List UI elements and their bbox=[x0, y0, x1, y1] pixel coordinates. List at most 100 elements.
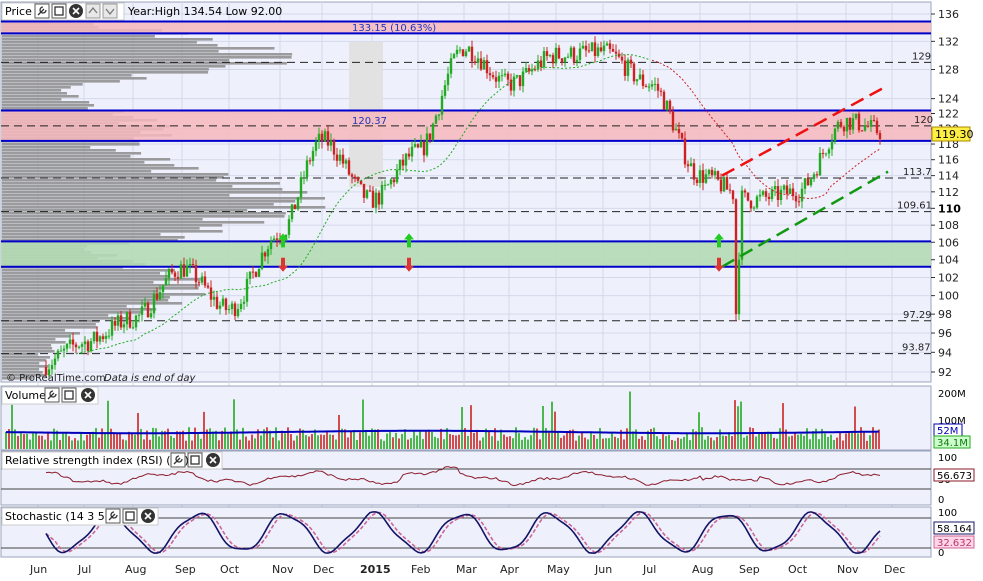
volume-bar bbox=[113, 433, 115, 449]
maximize-icon[interactable] bbox=[51, 3, 67, 19]
volume-bar bbox=[800, 433, 802, 449]
close-icon[interactable] bbox=[206, 453, 220, 467]
candle-body bbox=[164, 278, 168, 286]
candle-body bbox=[212, 296, 216, 300]
candle-body bbox=[440, 95, 444, 115]
candle-body bbox=[539, 60, 543, 68]
candle-body bbox=[518, 75, 522, 87]
volume-bar bbox=[317, 435, 319, 449]
profile-bar bbox=[2, 92, 67, 95]
candle-body bbox=[380, 184, 384, 205]
volume-bar bbox=[170, 435, 172, 449]
maximize-icon[interactable] bbox=[187, 452, 203, 468]
candle-body bbox=[98, 336, 102, 342]
volume-bar bbox=[188, 427, 190, 449]
volume-bar bbox=[89, 432, 91, 449]
profile-bar bbox=[2, 80, 120, 83]
candle-body bbox=[125, 312, 129, 325]
candle-body bbox=[80, 344, 84, 347]
x-tick-label: Nov bbox=[837, 563, 859, 576]
volume-bar bbox=[566, 431, 568, 449]
volume-bar bbox=[239, 439, 241, 449]
candle-body bbox=[632, 63, 636, 82]
profile-bar bbox=[2, 206, 326, 209]
profile-bar bbox=[2, 95, 79, 98]
down-arrow-icon[interactable] bbox=[102, 3, 118, 19]
volume-bar bbox=[248, 440, 250, 449]
candle-body bbox=[500, 75, 504, 77]
maximize-icon[interactable] bbox=[61, 387, 77, 403]
candle-body bbox=[662, 91, 666, 110]
candle-body bbox=[134, 315, 138, 328]
profile-bar bbox=[2, 293, 206, 296]
candle-body bbox=[503, 73, 507, 76]
candle-body bbox=[290, 204, 294, 220]
volume-bar bbox=[872, 427, 874, 449]
volume-bar bbox=[473, 432, 475, 449]
volume-bar bbox=[254, 438, 256, 449]
volume-bar bbox=[287, 427, 289, 449]
volume-bar bbox=[854, 406, 856, 449]
candle-body bbox=[872, 119, 876, 121]
volume-bar bbox=[71, 440, 73, 449]
volume-bar bbox=[467, 435, 469, 449]
candle-body bbox=[386, 184, 390, 186]
up-arrow-icon[interactable] bbox=[85, 3, 101, 19]
y-tick-label: 94 bbox=[938, 346, 952, 359]
wrench-icon[interactable] bbox=[44, 387, 60, 403]
profile-bar bbox=[2, 305, 127, 308]
volume-bar bbox=[47, 431, 49, 449]
candle-body bbox=[827, 149, 831, 154]
candle-body bbox=[257, 268, 261, 277]
volume-bar bbox=[527, 439, 529, 449]
volume-bar bbox=[284, 433, 286, 449]
candle-body bbox=[605, 43, 609, 46]
candle-body bbox=[416, 144, 420, 148]
profile-bar bbox=[2, 71, 209, 74]
profile-bar bbox=[2, 68, 209, 71]
x-tick-label: Dec bbox=[313, 563, 334, 576]
volume-bar bbox=[500, 429, 502, 449]
profile-bar bbox=[2, 329, 66, 332]
volume-bar bbox=[422, 439, 424, 449]
volume-bar bbox=[710, 437, 712, 449]
candle-body bbox=[143, 302, 147, 307]
close-icon[interactable] bbox=[141, 509, 155, 523]
volume-bar bbox=[452, 434, 454, 449]
volume-bar bbox=[863, 432, 865, 449]
volume-bar bbox=[395, 432, 397, 449]
candle-body bbox=[365, 190, 369, 198]
maximize-icon[interactable] bbox=[122, 508, 138, 524]
wrench-icon[interactable] bbox=[170, 452, 186, 468]
candle-body bbox=[269, 241, 273, 250]
close-icon[interactable] bbox=[81, 388, 95, 402]
candle-body bbox=[302, 177, 306, 179]
profile-bar bbox=[2, 86, 71, 89]
stoch-title: Stochastic (14 3 5) bbox=[5, 510, 109, 523]
volume-bar bbox=[623, 439, 625, 449]
candle-body bbox=[461, 49, 465, 57]
volume-bar bbox=[728, 432, 730, 449]
volume-bar bbox=[875, 431, 877, 449]
rsi-value: 56.673 bbox=[937, 471, 972, 482]
candle-body bbox=[245, 278, 249, 302]
candle-body bbox=[89, 341, 93, 352]
candle-body bbox=[878, 133, 882, 139]
last-price: 119.30 bbox=[935, 128, 974, 141]
volume-bar bbox=[44, 439, 46, 449]
volume-bar bbox=[743, 437, 745, 449]
volume-bar bbox=[95, 428, 97, 449]
candle-body bbox=[668, 100, 672, 112]
candle-body bbox=[560, 58, 564, 63]
volume-bar bbox=[476, 429, 478, 449]
volume-bar bbox=[35, 431, 37, 449]
y-tick-label: 108 bbox=[938, 219, 959, 232]
close-icon[interactable] bbox=[69, 4, 83, 18]
profile-bar bbox=[2, 74, 132, 77]
wrench-icon[interactable] bbox=[34, 3, 50, 19]
candle-body bbox=[623, 60, 627, 76]
profile-bar bbox=[2, 365, 49, 368]
x-tick-label: Apr bbox=[500, 563, 520, 576]
candle-body bbox=[356, 177, 360, 181]
wrench-icon[interactable] bbox=[105, 508, 121, 524]
